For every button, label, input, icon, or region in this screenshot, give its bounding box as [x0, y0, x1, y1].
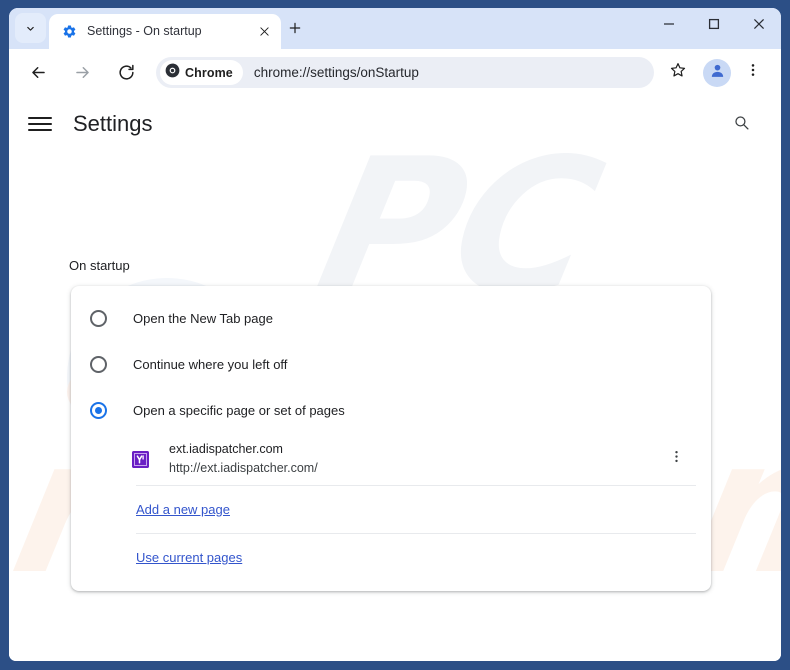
add-new-page-link[interactable]: Add a new page — [136, 502, 230, 517]
chrome-badge-label: Chrome — [185, 65, 233, 80]
startup-option-continue[interactable]: Continue where you left off — [71, 341, 711, 387]
window-frame: Settings - On startup Chrome chrome://se… — [0, 0, 790, 670]
url-text[interactable]: chrome://settings/onStartup — [254, 65, 419, 80]
use-current-pages-link[interactable]: Use current pages — [136, 550, 242, 565]
card-bottom-spacer — [71, 581, 711, 591]
close-button[interactable] — [736, 8, 781, 40]
radio-button[interactable] — [90, 309, 107, 327]
tab-settings[interactable]: Settings - On startup — [49, 14, 281, 49]
chrome-menu-button[interactable] — [737, 57, 769, 89]
window-controls — [646, 8, 781, 49]
settings-header: Settings — [9, 96, 781, 152]
settings-search-button[interactable] — [728, 112, 754, 138]
chevron-down-icon — [24, 22, 37, 35]
plus-icon — [288, 21, 302, 40]
three-dot-menu-icon — [669, 449, 684, 469]
browser-toolbar: Chrome chrome://settings/onStartup — [9, 49, 781, 96]
startup-page-row: ext.iadispatcher.com http://ext.iadispat… — [71, 433, 711, 485]
minimize-button[interactable] — [646, 8, 691, 40]
settings-gear-icon — [61, 24, 77, 40]
page-title: Settings — [73, 111, 153, 136]
three-dot-menu-icon — [745, 62, 761, 83]
profile-avatar[interactable] — [703, 58, 731, 87]
browser-window: Settings - On startup Chrome chrome://se… — [9, 8, 781, 661]
add-new-page-row: Add a new page — [71, 486, 711, 533]
startup-option-label: Open a specific page or set of pages — [133, 402, 345, 418]
reload-button[interactable] — [110, 57, 142, 89]
bookmark-star-button[interactable] — [662, 57, 694, 89]
tab-strip: Settings - On startup — [9, 8, 781, 49]
maximize-button[interactable] — [691, 8, 736, 40]
use-current-pages-row: Use current pages — [71, 534, 711, 581]
address-bar[interactable]: Chrome chrome://settings/onStartup — [156, 57, 654, 88]
site-favicon-icon — [132, 450, 149, 468]
star-icon — [669, 61, 687, 84]
tab-close-button[interactable] — [255, 23, 273, 41]
section-label: On startup — [69, 258, 130, 273]
chrome-scheme-badge: Chrome — [160, 60, 243, 85]
tab-search-button[interactable] — [15, 13, 46, 43]
startup-page-more-button[interactable] — [663, 446, 689, 472]
startup-page-info: ext.iadispatcher.com http://ext.iadispat… — [169, 441, 663, 477]
hamburger-menu-icon[interactable] — [28, 112, 52, 136]
forward-button[interactable] — [66, 57, 98, 89]
startup-page-url: http://ext.iadispatcher.com/ — [169, 461, 318, 475]
startup-option-specific-pages[interactable]: Open a specific page or set of pages — [71, 387, 711, 433]
settings-page: PC risk.com Settings — [9, 96, 781, 661]
tab-title: Settings - On startup — [87, 24, 202, 38]
new-tab-button[interactable] — [281, 16, 309, 44]
startup-page-name: ext.iadispatcher.com — [169, 442, 283, 456]
profile-avatar-icon — [709, 62, 726, 84]
startup-option-label: Open the New Tab page — [133, 310, 273, 326]
chrome-logo-icon — [165, 63, 180, 83]
radio-button-selected[interactable] — [90, 401, 107, 419]
startup-option-label: Continue where you left off — [133, 356, 288, 372]
on-startup-card: Open the New Tab page Continue where you… — [71, 286, 711, 591]
startup-option-new-tab[interactable]: Open the New Tab page — [71, 295, 711, 341]
back-button[interactable] — [22, 57, 54, 89]
search-icon — [733, 114, 750, 136]
radio-button[interactable] — [90, 355, 107, 373]
